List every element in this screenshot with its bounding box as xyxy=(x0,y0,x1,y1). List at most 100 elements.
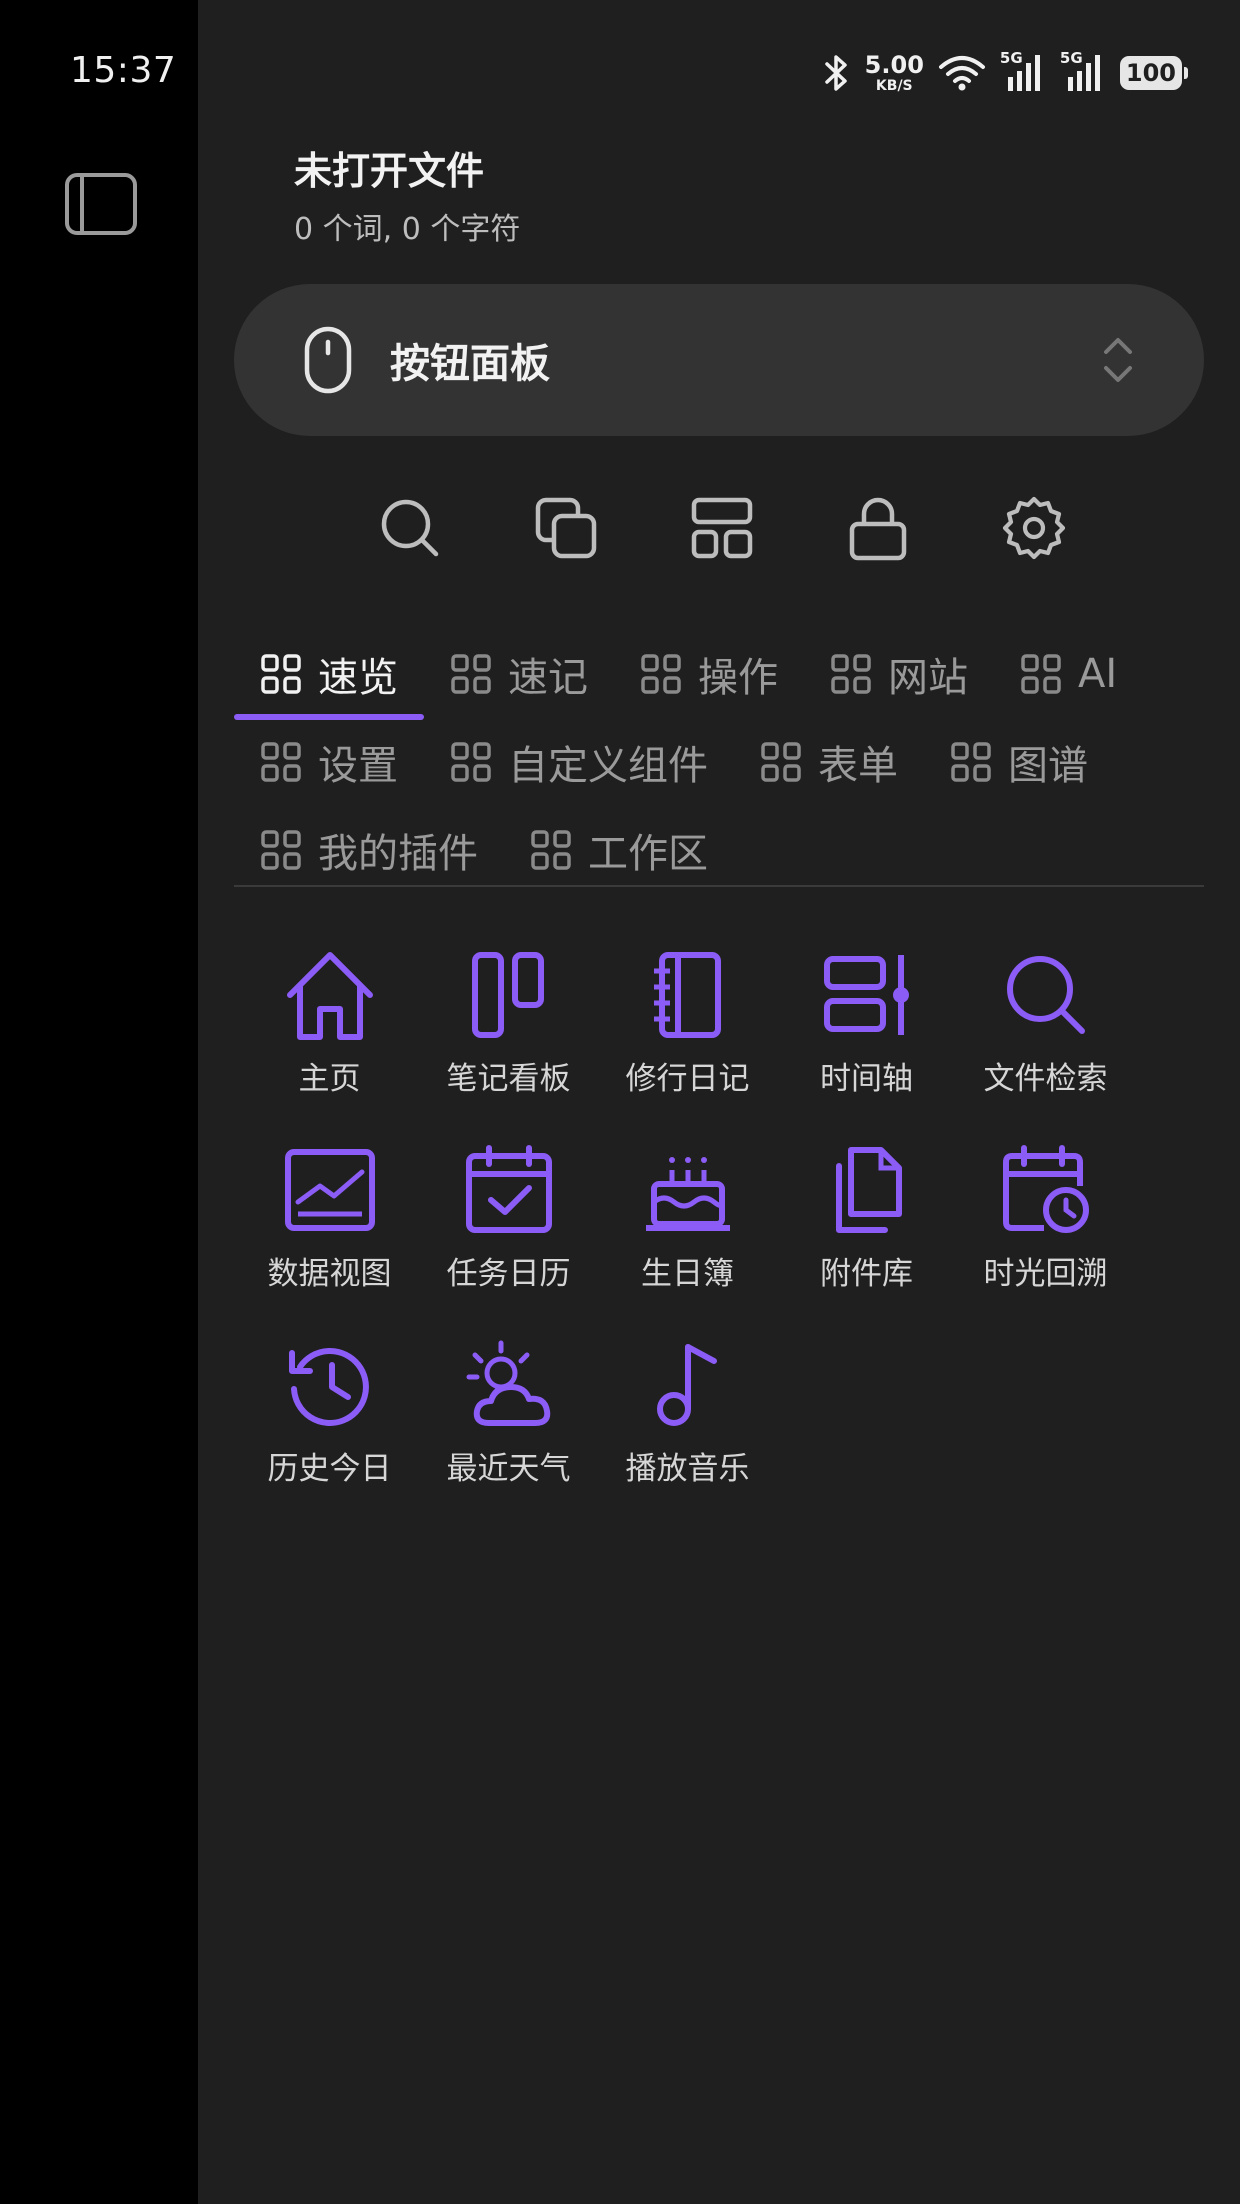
item-time-rewind[interactable]: 时光回溯 xyxy=(956,1140,1135,1293)
tab-row: 我的插件 工作区 xyxy=(234,806,1204,894)
layout-icon xyxy=(691,497,753,559)
grid-icon xyxy=(451,742,491,782)
item-practice-diary[interactable]: 修行日记 xyxy=(598,945,777,1098)
settings-button[interactable] xyxy=(996,490,1072,566)
tab-actions[interactable]: 操作 xyxy=(614,630,804,718)
grid-icon xyxy=(761,742,801,782)
net-speed: 5.00 KB/S xyxy=(864,51,924,94)
tab-ai[interactable]: AI xyxy=(994,630,1143,718)
grid-icon xyxy=(531,830,571,870)
tab-label: AI xyxy=(1078,651,1118,697)
search-icon xyxy=(996,945,1096,1045)
status-time: 15:37 xyxy=(70,50,177,91)
tab-label: 网站 xyxy=(888,655,968,701)
lock-icon xyxy=(849,497,907,561)
chevron-up-down-icon xyxy=(1098,334,1138,386)
layout-button[interactable] xyxy=(684,490,760,566)
tab-label: 表单 xyxy=(818,743,898,789)
cellular-signal-icon: 5G xyxy=(1060,49,1106,93)
tab-workspace[interactable]: 工作区 xyxy=(504,806,734,894)
files-icon xyxy=(817,1140,917,1240)
grid-icon xyxy=(261,742,301,782)
grid-icon xyxy=(261,654,301,694)
tab-label: 设置 xyxy=(318,743,398,789)
item-history-today[interactable]: 历史今日 xyxy=(240,1335,419,1488)
status-icons: 5.00 KB/S 5G 5G 100 xyxy=(823,49,1189,96)
tab-overview[interactable]: 速览 xyxy=(234,630,424,720)
item-label: 时光回溯 xyxy=(983,1256,1108,1292)
item-label: 附件库 xyxy=(820,1256,913,1292)
cake-icon xyxy=(638,1140,738,1240)
tab-forms[interactable]: 表单 xyxy=(734,718,924,806)
sidebar-toggle-button[interactable] xyxy=(64,172,138,236)
gear-icon xyxy=(1002,496,1066,560)
mouse-icon xyxy=(300,325,356,395)
cellular-signal-icon: 5G xyxy=(1000,49,1046,93)
tab-label: 速记 xyxy=(508,655,588,701)
file-title: 未打开文件 xyxy=(294,149,485,193)
tab-row: 速览 速记 操作 网站 AI xyxy=(234,630,1204,720)
search-button[interactable] xyxy=(372,490,448,566)
item-data-view[interactable]: 数据视图 xyxy=(240,1140,419,1293)
tab-label: 我的插件 xyxy=(318,831,478,877)
tab-label: 操作 xyxy=(698,655,778,701)
grid-icon xyxy=(951,742,991,782)
item-label: 笔记看板 xyxy=(446,1061,571,1097)
copy-button[interactable] xyxy=(528,490,604,566)
grid-icon xyxy=(831,654,871,694)
grid-icon xyxy=(641,654,681,694)
chart-icon xyxy=(280,1140,380,1240)
weather-icon xyxy=(459,1335,559,1435)
tab-my-plugins[interactable]: 我的插件 xyxy=(234,806,504,894)
toolbar xyxy=(372,490,1072,566)
sidebar-icon xyxy=(65,173,137,235)
item-label: 生日簿 xyxy=(641,1256,734,1292)
file-stats: 0 个词, 0 个字符 xyxy=(294,212,521,247)
notebook-icon xyxy=(638,945,738,1045)
tab-graph[interactable]: 图谱 xyxy=(924,718,1114,806)
bluetooth-icon xyxy=(823,53,851,93)
item-label: 修行日记 xyxy=(625,1061,750,1097)
item-task-calendar[interactable]: 任务日历 xyxy=(419,1140,598,1293)
item-note-kanban[interactable]: 笔记看板 xyxy=(419,945,598,1098)
panel-selector[interactable]: 按钮面板 xyxy=(234,284,1204,436)
item-label: 数据视图 xyxy=(267,1256,392,1292)
kanban-icon xyxy=(459,945,559,1045)
music-note-icon xyxy=(638,1335,738,1435)
item-birthday-book[interactable]: 生日簿 xyxy=(598,1140,777,1293)
quick-view-grid: 主页 笔记看板 修行日记 时间轴 文件检索 数据视图 任务日历 生日簿 附件库 … xyxy=(240,945,1140,1488)
tab-websites[interactable]: 网站 xyxy=(804,630,994,718)
item-attachments[interactable]: 附件库 xyxy=(777,1140,956,1293)
item-recent-weather[interactable]: 最近天气 xyxy=(419,1335,598,1488)
tab-settings[interactable]: 设置 xyxy=(234,718,424,806)
tab-custom-components[interactable]: 自定义组件 xyxy=(424,718,734,806)
copy-icon xyxy=(535,497,597,559)
item-label: 主页 xyxy=(298,1061,361,1097)
grid-icon xyxy=(451,654,491,694)
tab-label: 图谱 xyxy=(1008,743,1088,789)
wifi-icon xyxy=(938,55,986,91)
grid-icon xyxy=(261,830,301,870)
item-timeline[interactable]: 时间轴 xyxy=(777,945,956,1098)
screen: 15:37 5.00 KB/S 5G 5G 100 未打开文件 0 个词, 0 … xyxy=(0,0,1240,2204)
tab-quick-note[interactable]: 速记 xyxy=(424,630,614,718)
tab-label: 速览 xyxy=(318,655,398,701)
item-label: 历史今日 xyxy=(267,1451,392,1487)
item-label: 最近天气 xyxy=(446,1451,571,1487)
item-file-search[interactable]: 文件检索 xyxy=(956,945,1135,1098)
calendar-check-icon xyxy=(459,1140,559,1240)
item-label: 播放音乐 xyxy=(625,1451,750,1487)
item-label: 任务日历 xyxy=(446,1256,571,1292)
tab-row: 设置 自定义组件 表单 图谱 xyxy=(234,718,1204,806)
timeline-icon xyxy=(817,945,917,1045)
item-label: 文件检索 xyxy=(983,1061,1108,1097)
history-icon xyxy=(280,1335,380,1435)
divider xyxy=(234,885,1204,887)
tab-label: 工作区 xyxy=(588,831,708,877)
search-icon xyxy=(381,499,439,557)
panel-selector-label: 按钮面板 xyxy=(390,341,550,387)
item-play-music[interactable]: 播放音乐 xyxy=(598,1335,777,1488)
home-icon xyxy=(280,945,380,1045)
lock-button[interactable] xyxy=(840,490,916,566)
item-home[interactable]: 主页 xyxy=(240,945,419,1098)
